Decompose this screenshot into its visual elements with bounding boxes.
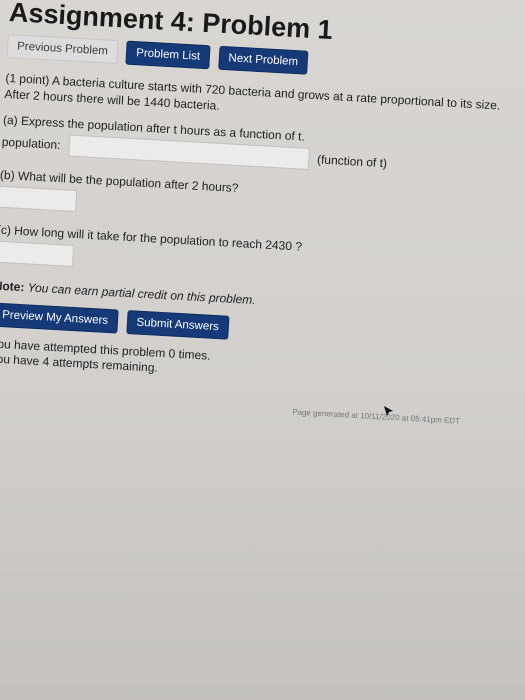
note-text: You can earn partial credit on this prob… [27,280,256,308]
part-c-input[interactable] [0,240,75,267]
part-b-input[interactable] [0,185,78,213]
part-c: (c) How long will it take for the popula… [0,222,497,291]
function-hint: (function of t) [316,152,388,171]
problem-list-button[interactable]: Problem List [125,40,211,70]
note-label: Note: [0,278,25,295]
previous-problem-button[interactable]: Previous Problem [6,33,119,65]
population-label: population: [1,134,61,153]
page-generated-text: Page generated at 10/11/2020 at 05:41pm … [291,407,461,426]
submit-answers-button[interactable]: Submit Answers [125,310,230,340]
next-problem-button[interactable]: Next Problem [217,45,309,75]
mouse-cursor-icon [384,406,393,416]
screen: Assignment 4: Problem 1 Previous Problem… [0,0,525,700]
preview-answers-button[interactable]: Preview My Answers [0,302,119,334]
page-content: Assignment 4: Problem 1 Previous Problem… [0,0,509,427]
